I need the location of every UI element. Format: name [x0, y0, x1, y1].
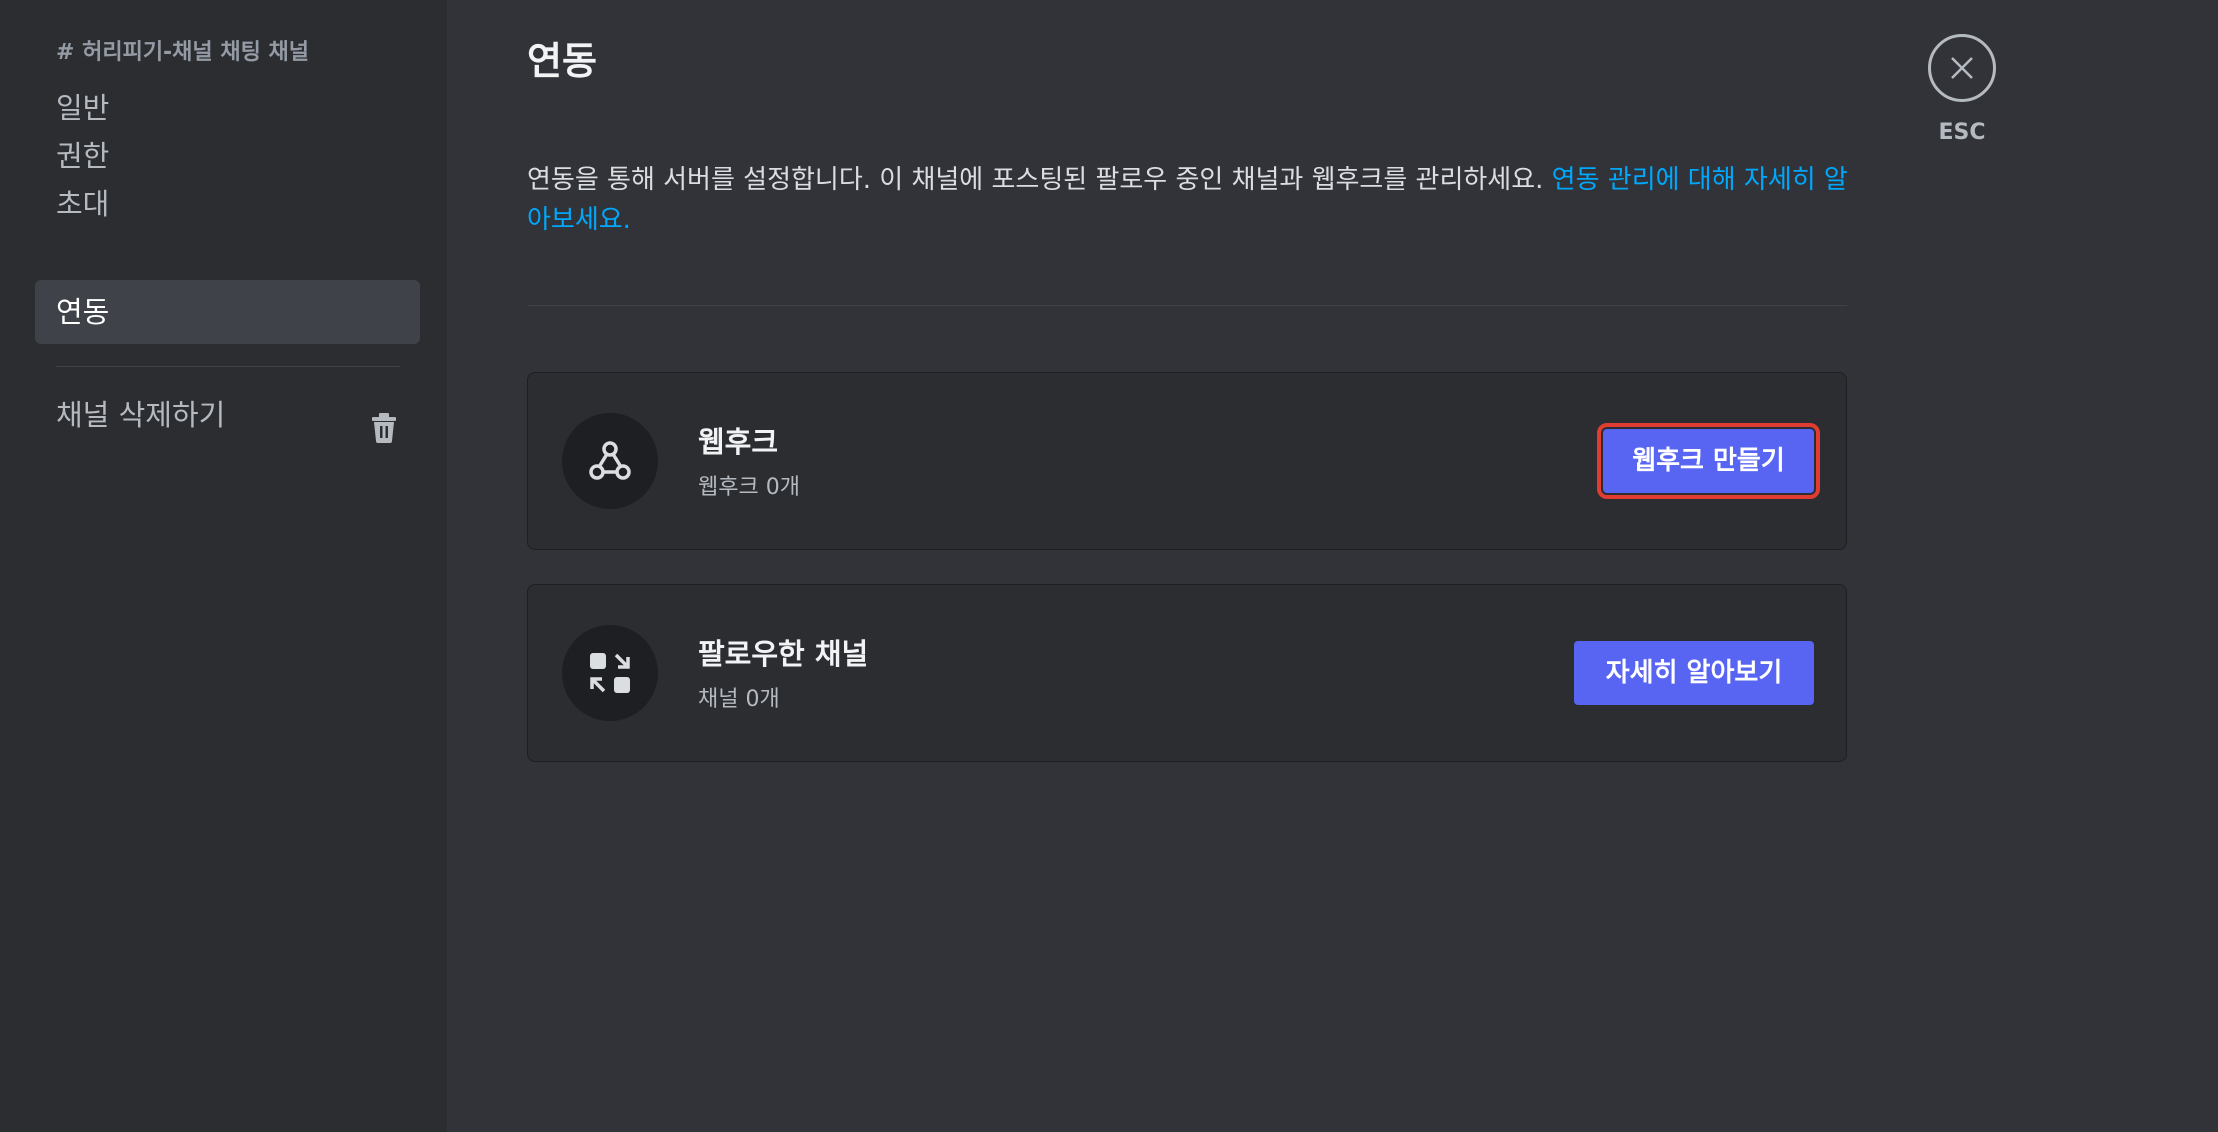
- channel-settings-window: # 허리피기-채널 채팅 채널 일반 권한 초대 연동 채널 삭제하기 연동 연…: [0, 0, 2218, 1132]
- webhooks-title: 웹후크: [698, 425, 779, 459]
- webhook-icon: [562, 413, 658, 509]
- sidebar-item-label: 일반: [56, 91, 110, 125]
- sidebar-item-label: 초대: [56, 187, 110, 221]
- sidebar-item-label: 권한: [56, 139, 110, 173]
- delete-channel-label: 채널 삭제하기: [56, 398, 226, 432]
- settings-sidebar: # 허리피기-채널 채팅 채널 일반 권한 초대 연동 채널 삭제하기: [0, 0, 447, 1132]
- content-divider: [527, 305, 1847, 306]
- followed-channels-count: 채널 0개: [698, 687, 780, 712]
- sidebar-item-invites[interactable]: 초대: [35, 172, 420, 236]
- delete-channel-button[interactable]: 채널 삭제하기: [35, 383, 420, 447]
- close-button[interactable]: [1928, 34, 1996, 102]
- page-title: 연동: [527, 39, 597, 83]
- esc-label: ESC: [1938, 120, 1986, 145]
- learn-more-button[interactable]: 자세히 알아보기: [1574, 641, 1814, 705]
- description-text: 연동을 통해 서버를 설정합니다. 이 채널에 포스팅된 팔로우 중인 채널과 …: [527, 165, 1544, 195]
- sidebar-item-integrations[interactable]: 연동: [35, 280, 420, 344]
- webhooks-count: 웹후크 0개: [698, 475, 800, 500]
- webhooks-card: 웹후크 웹후크 0개 웹후크 만들기: [527, 372, 1847, 550]
- channel-name-header: # 허리피기-채널 채팅 채널: [56, 40, 309, 65]
- page-description: 연동을 통해 서버를 설정합니다. 이 채널에 포스팅된 팔로우 중인 채널과 …: [527, 160, 1849, 240]
- close-icon: [1951, 57, 1973, 79]
- followed-channels-title: 팔로우한 채널: [698, 637, 869, 671]
- sidebar-item-label: 연동: [56, 295, 110, 329]
- followed-channel-icon: [562, 625, 658, 721]
- followed-channels-card: 팔로우한 채널 채널 0개 자세히 알아보기: [527, 584, 1847, 762]
- create-webhook-button[interactable]: 웹후크 만들기: [1597, 423, 1820, 499]
- sidebar-divider: [56, 366, 400, 367]
- trash-icon: [370, 401, 398, 443]
